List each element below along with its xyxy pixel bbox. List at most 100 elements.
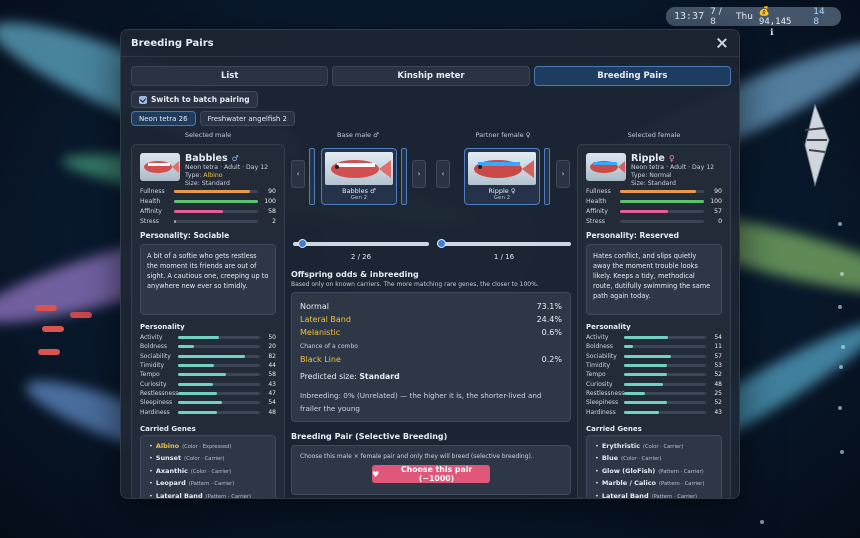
carried-genes-heading: Carried Genes	[586, 424, 642, 433]
tab-kinship-meter[interactable]: Kinship meter	[332, 66, 530, 86]
trait-bar-fill	[178, 401, 223, 405]
stat-bar	[620, 209, 704, 213]
gene-tag: (Pattern · Carrier)	[188, 481, 235, 488]
trait-value: 53	[714, 362, 722, 370]
close-icon[interactable]	[715, 36, 729, 50]
stat-value: 58	[268, 207, 276, 215]
selected-female-label: Selected female	[627, 131, 681, 139]
bullet-icon: •	[149, 454, 153, 463]
base-male-card[interactable]: Babbles ♂ Gen 2	[321, 148, 397, 205]
breeding-pairs-modal: Breeding Pairs List Kinship meter Breedi…	[120, 29, 740, 499]
fish-summary: Neon tetra · Adult · Day 12	[185, 164, 269, 171]
batch-pairing-label: Switch to batch pairing	[151, 95, 250, 104]
stat-bar-fill	[620, 209, 668, 213]
prev-male-card[interactable]	[309, 148, 315, 205]
trait-bar-fill	[178, 410, 218, 414]
predicted-size-value: Standard	[359, 372, 400, 381]
stat-bar	[174, 199, 258, 203]
trait-bar	[178, 382, 260, 386]
card-generation: Gen 2	[350, 195, 368, 201]
trait-row: Hardiness 43	[586, 407, 722, 416]
pair-title: Breeding Pair (Selective Breeding)	[291, 432, 448, 441]
bullet-icon: •	[595, 466, 599, 475]
gene-name: Lateral Band	[155, 491, 203, 499]
trait-bar	[624, 373, 706, 377]
predicted-size: Predicted size: Standard	[300, 372, 562, 381]
prev-male-button[interactable]: ‹	[291, 160, 305, 188]
stats-block: Fullness 90 Health 100 Affinity 57 Stress 0	[586, 186, 722, 226]
trait-label: Activity	[586, 334, 609, 342]
partner-female-label: Partner female ♀	[475, 131, 531, 139]
gene-name: Lateral Band	[601, 491, 649, 499]
next-female-button[interactable]: ›	[556, 160, 570, 188]
fish-picture	[468, 152, 536, 185]
gene-name: Albino	[155, 441, 180, 450]
bullet-icon: •	[595, 441, 599, 450]
trait-row: Timidity 53	[586, 361, 722, 370]
stat-value: 90	[268, 187, 276, 195]
trait-label: Curiosity	[586, 380, 613, 388]
type-label: Type:	[631, 172, 650, 179]
stat-row: Stress 0	[586, 216, 722, 226]
trait-label: Timidity	[586, 362, 611, 370]
gene-item: • Marble / Calico (Pattern · Carrier)	[595, 478, 713, 491]
next-female-card[interactable]	[544, 148, 550, 205]
stat-bar	[174, 219, 258, 223]
trait-bar-fill	[178, 345, 195, 349]
trait-bar-fill	[178, 364, 215, 368]
gene-item: • Lateral Band (Pattern · Carrier)	[595, 491, 713, 499]
stat-label: Stress	[140, 217, 160, 225]
trait-bar-fill	[624, 345, 634, 349]
next-male-button[interactable]: ›	[412, 160, 426, 188]
trait-bar-fill	[624, 373, 667, 377]
heart-icon: ♥	[372, 469, 380, 479]
info-icon[interactable]: ℹ	[770, 28, 773, 38]
stat-label: Fullness	[140, 187, 165, 195]
stat-bar	[620, 219, 704, 223]
choose-pair-button[interactable]: ♥ Choose this pair (−1000)	[372, 465, 490, 483]
bullet-icon: •	[149, 441, 153, 450]
tab-breeding-pairs[interactable]: Breeding Pairs	[533, 66, 731, 86]
trait-value: 82	[268, 352, 276, 360]
slider-knob[interactable]	[437, 239, 446, 248]
selected-female-panel: Ripple ♀ Neon tetra · Adult · Day 12 Type…	[577, 144, 731, 499]
card-name: Ripple ♀	[488, 187, 516, 195]
odds-value: 24.4%	[536, 315, 562, 324]
trait-value: 20	[268, 343, 276, 351]
trait-value: 52	[714, 371, 722, 379]
trait-value: 48	[714, 380, 722, 388]
odds-name: Lateral Band	[300, 315, 351, 324]
male-slider[interactable]	[293, 239, 429, 248]
gene-item: • Erythristic (Color · Carrier)	[595, 441, 713, 454]
trait-bar	[178, 410, 260, 414]
batch-pairing-button[interactable]: Switch to batch pairing	[131, 91, 258, 108]
species-chip-angelfish[interactable]: Freshwater angelfish 2	[199, 111, 295, 126]
combo-title: Chance of a combo	[300, 343, 358, 350]
fish-thumbnail	[140, 153, 180, 181]
trait-value: 47	[268, 389, 276, 397]
trait-bar	[178, 391, 260, 395]
tab-list[interactable]: List	[131, 66, 329, 86]
pair-description: Choose this male × female pair and only …	[300, 453, 533, 460]
trait-bar	[178, 401, 260, 405]
trait-bar-fill	[178, 391, 217, 395]
stat-label: Stress	[586, 217, 606, 225]
trait-value: 44	[268, 362, 276, 370]
clock: 13:37	[674, 11, 705, 22]
neon-fish-icon	[38, 349, 60, 355]
female-slider[interactable]	[437, 239, 571, 248]
gene-tag: (Color · Carrier)	[621, 456, 662, 463]
species-chip-neon-tetra[interactable]: Neon tetra 26	[131, 111, 196, 126]
gene-item: • Glow (GloFish) (Pattern · Carrier)	[595, 466, 713, 479]
next-male-card[interactable]	[401, 148, 407, 205]
stat-row: Affinity 57	[586, 206, 722, 216]
pair-panel: Choose this male × female pair and only …	[291, 445, 571, 495]
prev-female-button[interactable]: ‹	[436, 160, 450, 188]
trait-label: Sleepiness	[140, 399, 173, 407]
partner-female-card[interactable]: Ripple ♀ Gen 2	[464, 148, 540, 205]
odds-row: Lateral Band 24.4%	[300, 313, 562, 326]
trait-bar	[178, 354, 260, 358]
odds-panel: Normal 73.1% Lateral Band 24.4% Melanistic 0.…	[291, 292, 571, 422]
trait-bar	[624, 336, 706, 340]
slider-knob[interactable]	[298, 239, 308, 248]
